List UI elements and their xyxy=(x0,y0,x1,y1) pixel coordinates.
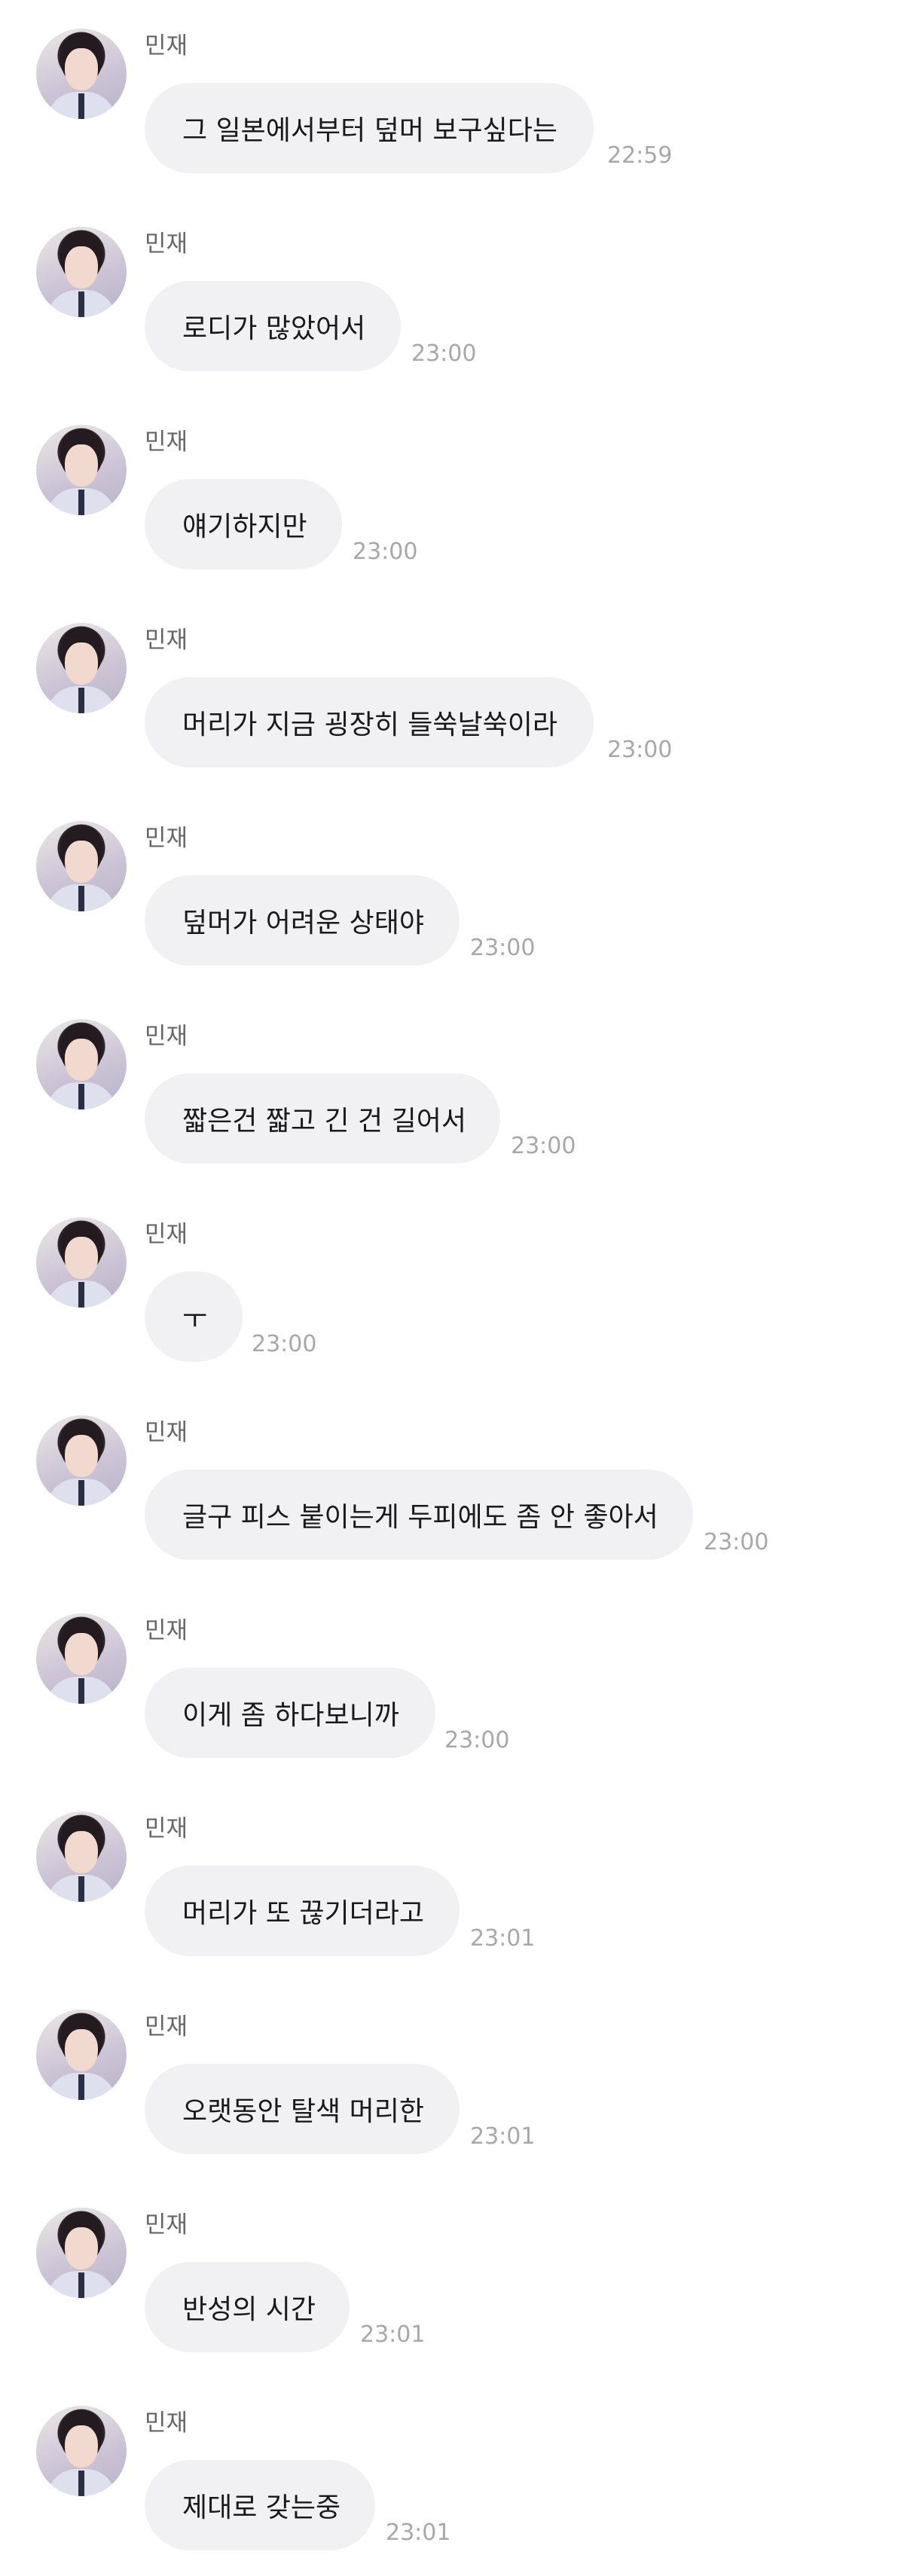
sender-name: 민재 xyxy=(145,2211,188,2239)
message-row: 민재 머리가 지금 굉장히 들쑥날쑥이라 23:00 xyxy=(0,594,904,775)
message-time: 22:59 xyxy=(607,142,673,169)
message-row: 민재 이게 좀 하다보니까 23:00 xyxy=(0,1585,904,1766)
message-row: 민재 오랫동안 탈색 머리한 23:01 xyxy=(0,1981,904,2162)
message-bubble[interactable]: 로디가 많았어서 xyxy=(145,281,401,371)
message-bubble[interactable]: 짧은건 짧고 긴 건 길어서 xyxy=(145,1073,500,1164)
avatar[interactable] xyxy=(36,1415,127,1506)
message-bubble[interactable]: ㅜ xyxy=(145,1271,243,1362)
avatar[interactable] xyxy=(36,623,127,713)
avatar[interactable] xyxy=(36,821,127,911)
avatar[interactable] xyxy=(36,2010,127,2100)
message-bubble[interactable]: 이게 좀 하다보니까 xyxy=(145,1668,435,1758)
message-bubble[interactable]: 머리가 지금 굉장히 들쑥날쑥이라 xyxy=(145,677,594,768)
sender-name: 민재 xyxy=(145,627,188,654)
message-time: 23:01 xyxy=(360,2321,426,2348)
message-row: 민재 로디가 많았어서 23:00 xyxy=(0,198,904,379)
message-time: 23:01 xyxy=(470,1925,536,1952)
message-row: 민재 반성의 시간 23:01 xyxy=(0,2179,904,2360)
message-bubble[interactable]: 머리가 또 끊기더라고 xyxy=(145,1866,460,1956)
sender-name: 민재 xyxy=(145,1617,188,1644)
message-row: 민재 짧은건 짧고 긴 건 길어서 23:00 xyxy=(0,990,904,1171)
message-bubble[interactable]: 그 일본에서부터 덮머 보구싶다는 xyxy=(145,83,594,173)
sender-name: 민재 xyxy=(145,429,188,456)
sender-name: 민재 xyxy=(145,1815,188,1842)
avatar[interactable] xyxy=(36,1613,127,1704)
sender-name: 민재 xyxy=(145,2410,188,2437)
message-row: 민재 제대로 갖는중 23:01 xyxy=(0,2377,904,2558)
message-time: 23:01 xyxy=(470,2123,536,2150)
avatar[interactable] xyxy=(36,29,127,119)
message-time: 23:00 xyxy=(607,737,673,763)
message-time: 23:00 xyxy=(411,340,477,367)
message-time: 23:00 xyxy=(704,1529,769,1555)
sender-name: 민재 xyxy=(145,230,188,258)
avatar[interactable] xyxy=(36,425,127,515)
sender-name: 민재 xyxy=(145,1419,188,1446)
avatar[interactable] xyxy=(36,2208,127,2298)
message-time: 23:00 xyxy=(511,1133,576,1159)
message-row: 민재 그 일본에서부터 덮머 보구싶다는 22:59 xyxy=(0,0,904,181)
message-time: 23:00 xyxy=(353,539,418,565)
sender-name: 민재 xyxy=(145,1221,188,1248)
message-row: 민재 덮머가 어려운 상태야 23:00 xyxy=(0,792,904,973)
avatar[interactable] xyxy=(36,227,127,317)
message-row: 민재 글구 피스 붙이는게 두피에도 좀 안 좋아서 23:00 xyxy=(0,1387,904,1567)
message-time: 23:00 xyxy=(252,1331,317,1357)
message-bubble[interactable]: 글구 피스 붙이는게 두피에도 좀 안 좋아서 xyxy=(145,1470,693,1560)
avatar[interactable] xyxy=(36,1811,127,1902)
message-time: 23:00 xyxy=(444,1727,510,1753)
message-row: 민재 머리가 또 끊기더라고 23:01 xyxy=(0,1783,904,1964)
message-bubble[interactable]: 덮머가 어려운 상태야 xyxy=(145,875,460,966)
avatar[interactable] xyxy=(36,1019,127,1109)
message-row: 민재 ㅜ 23:00 xyxy=(0,1189,904,1369)
message-time: 23:01 xyxy=(386,2520,451,2546)
sender-name: 민재 xyxy=(145,32,188,60)
message-bubble[interactable]: 반성의 시간 xyxy=(145,2262,350,2352)
message-bubble[interactable]: 제대로 갖는중 xyxy=(145,2460,375,2550)
sender-name: 민재 xyxy=(145,1023,188,1050)
message-time: 23:00 xyxy=(470,935,536,961)
sender-name: 민재 xyxy=(145,825,188,852)
sender-name: 민재 xyxy=(145,2013,188,2040)
chat-thread: 민재 그 일본에서부터 덮머 보구싶다는 22:59 민재 로디가 많았어서 2… xyxy=(0,0,904,2576)
avatar[interactable] xyxy=(36,1217,127,1308)
message-bubble[interactable]: 얘기하지만 xyxy=(145,479,342,569)
avatar[interactable] xyxy=(36,2406,127,2496)
message-row: 민재 얘기하지만 23:00 xyxy=(0,396,904,577)
message-bubble[interactable]: 오랫동안 탈색 머리한 xyxy=(145,2064,460,2154)
